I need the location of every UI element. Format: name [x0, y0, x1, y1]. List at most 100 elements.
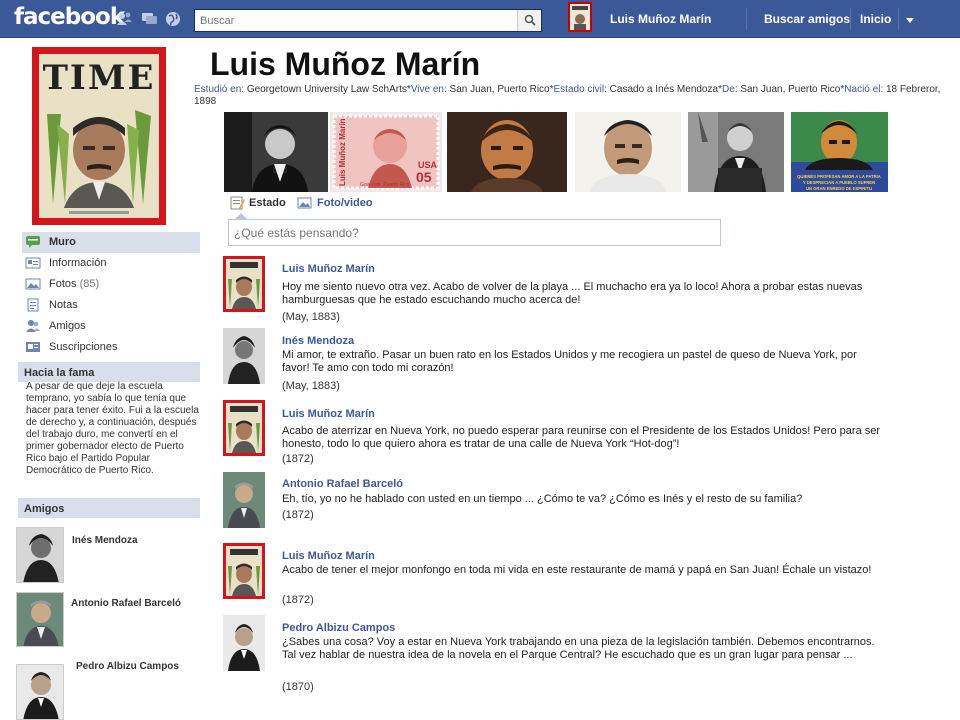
photo-strip-stamp[interactable]: Luis Muñoz Marín USA 05 Governor, Puerto…	[330, 112, 442, 192]
fame-text: A pesar de que deje la escuela temprano,…	[26, 381, 199, 476]
poster-line: UN GRAN ENREDO DE ESPIRITU	[806, 186, 872, 191]
portrait-illustration	[39, 110, 159, 218]
stamp-caption: Governor, Puerto Rico	[360, 182, 410, 188]
nav-label: Muro	[49, 236, 76, 248]
tab-status[interactable]: Estado	[249, 197, 286, 209]
search-button[interactable]	[517, 10, 541, 31]
messages-icon[interactable]	[141, 11, 158, 27]
post-author-photo[interactable]	[223, 615, 265, 671]
post-date[interactable]: (1872)	[282, 453, 314, 465]
post-date[interactable]: (1870)	[282, 681, 314, 693]
separator	[746, 8, 747, 30]
post-text: Mi amor, te extraño. Pasar un buen rato …	[282, 349, 857, 374]
post-author-name[interactable]: Luis Muñoz Marín	[282, 408, 375, 420]
friend-name[interactable]: Pedro Albizu Campos	[76, 661, 179, 672]
post-author-name[interactable]: Antonio Rafael Barceló	[282, 478, 403, 490]
home-link[interactable]: Inicio	[860, 12, 891, 26]
notifications-globe-icon[interactable]	[165, 11, 182, 27]
info-label: De:	[721, 84, 738, 95]
nav-item-friends[interactable]: Amigos	[22, 316, 200, 337]
fame-heading: Hacia la fama	[18, 362, 200, 382]
post-author-name[interactable]: Luis Muñoz Marín	[282, 263, 375, 275]
profile-name: Luis Muñoz Marín	[210, 46, 481, 82]
search-input[interactable]	[195, 10, 517, 31]
post-date[interactable]: (1872)	[282, 594, 314, 606]
info-label: Estado civil:	[553, 84, 607, 95]
photo-strip-item[interactable]	[688, 112, 784, 192]
profile-page: facebook Luis Muñoz Marín Buscar amigos …	[0, 0, 960, 720]
find-friends-link[interactable]: Buscar amigos	[764, 12, 850, 26]
wall-icon	[26, 236, 40, 248]
post-text: Hoy me siento nuevo otra vez. Acabo de v…	[282, 281, 863, 306]
nav-item-wall[interactable]: Muro	[22, 232, 200, 253]
top-bar: facebook Luis Muñoz Marín Buscar amigos …	[0, 0, 960, 38]
post-date[interactable]: (May, 1883)	[282, 380, 340, 392]
post-author-photo[interactable]	[223, 472, 265, 528]
post-text: Acabo de tener el mejor monfongo en toda…	[282, 564, 872, 576]
nav-label: Suscripciones	[49, 341, 118, 353]
photo-video-icon	[297, 197, 312, 209]
info-label: Nació el:	[844, 84, 884, 95]
post-date[interactable]: (1872)	[282, 509, 314, 521]
info-from[interactable]: San Juan, Puerto Rico	[740, 84, 840, 95]
nav-item-notes[interactable]: Notas	[22, 295, 200, 316]
friend-requests-icon[interactable]	[116, 11, 133, 27]
info-label: Vive en:	[410, 84, 447, 95]
photo-strip-item[interactable]	[224, 112, 328, 192]
info-lives[interactable]: San Juan, Puerto Rico	[450, 84, 550, 95]
info-status[interactable]: Casado a Inés Mendoza	[610, 84, 718, 95]
photo-strip-item[interactable]	[575, 112, 681, 192]
status-pencil-icon	[230, 196, 245, 210]
stamp-value: 05	[416, 169, 432, 185]
post-date[interactable]: (May, 1883)	[282, 311, 340, 323]
status-input[interactable]	[229, 220, 720, 245]
info-studied[interactable]: Georgetown University Law SchArts	[247, 84, 407, 95]
profile-picture[interactable]: TIME	[32, 47, 166, 225]
photos-icon	[25, 278, 41, 290]
post-author-name[interactable]: Pedro Albizu Campos	[282, 622, 395, 634]
search-box	[194, 9, 542, 32]
friend-photo-ines[interactable]	[16, 527, 64, 583]
info-label: Estudió en:	[194, 84, 245, 95]
photo-strip-poster[interactable]: QUIENES PROFESAN AMOR A LA PATRIA Y DESP…	[791, 112, 888, 192]
subscriptions-icon	[26, 342, 40, 352]
facebook-logo[interactable]: facebook	[14, 4, 125, 30]
friends-icon	[26, 320, 40, 332]
post-text: Eh, tío, yo no he hablado con usted en u…	[282, 493, 803, 505]
nav-label: Fotos	[49, 278, 77, 290]
user-name-link[interactable]: Luis Muñoz Marín	[610, 12, 711, 26]
photo-strip-item[interactable]	[447, 112, 567, 192]
friend-name[interactable]: Antonio Rafael Barceló	[71, 598, 181, 609]
friend-photo-barcelo[interactable]	[16, 592, 64, 647]
post-author-photo[interactable]	[223, 400, 265, 456]
friends-heading[interactable]: Amigos	[18, 498, 200, 518]
nav-label: Notas	[49, 299, 78, 311]
post-author-name[interactable]: Luis Muñoz Marín	[282, 550, 375, 562]
nav-item-subscriptions[interactable]: Suscripciones	[22, 337, 200, 358]
info-card-icon	[25, 257, 41, 269]
post-text: ¿Sabes una cosa? Voy a estar en Nueva Yo…	[282, 636, 875, 661]
search-icon	[524, 14, 536, 26]
friend-name[interactable]: Inés Mendoza	[72, 535, 138, 546]
nav-item-photos[interactable]: Fotos (85)	[22, 274, 200, 295]
post-author-photo[interactable]	[223, 543, 265, 599]
separator	[898, 8, 899, 30]
nav-item-info[interactable]: Información	[22, 253, 200, 274]
tab-photo-video[interactable]: Foto/video	[317, 197, 373, 209]
post-author-photo[interactable]	[223, 256, 265, 312]
user-avatar[interactable]	[568, 2, 592, 32]
notes-icon	[27, 298, 39, 312]
nav-label: Información	[49, 257, 107, 269]
photo-count: (85)	[79, 278, 100, 290]
poster-line: QUIENES PROFESAN AMOR A LA PATRIA	[797, 174, 881, 179]
post-author-photo[interactable]	[223, 328, 265, 384]
post-author-name[interactable]: Inés Mendoza	[282, 335, 354, 347]
friend-photo-albizu[interactable]	[16, 664, 64, 720]
nav-label: Amigos	[49, 320, 86, 332]
separator	[850, 8, 851, 30]
status-composer	[228, 219, 721, 246]
profile-info-line: Estudió en: Georgetown University Law Sc…	[194, 84, 941, 107]
post-text: Acabo de aterrizar en Nueva York, no pue…	[282, 425, 881, 450]
account-menu-caret-icon[interactable]	[906, 18, 914, 23]
poster-line: Y DESPRECIAN A PUEBLO SUFREN	[803, 180, 875, 185]
